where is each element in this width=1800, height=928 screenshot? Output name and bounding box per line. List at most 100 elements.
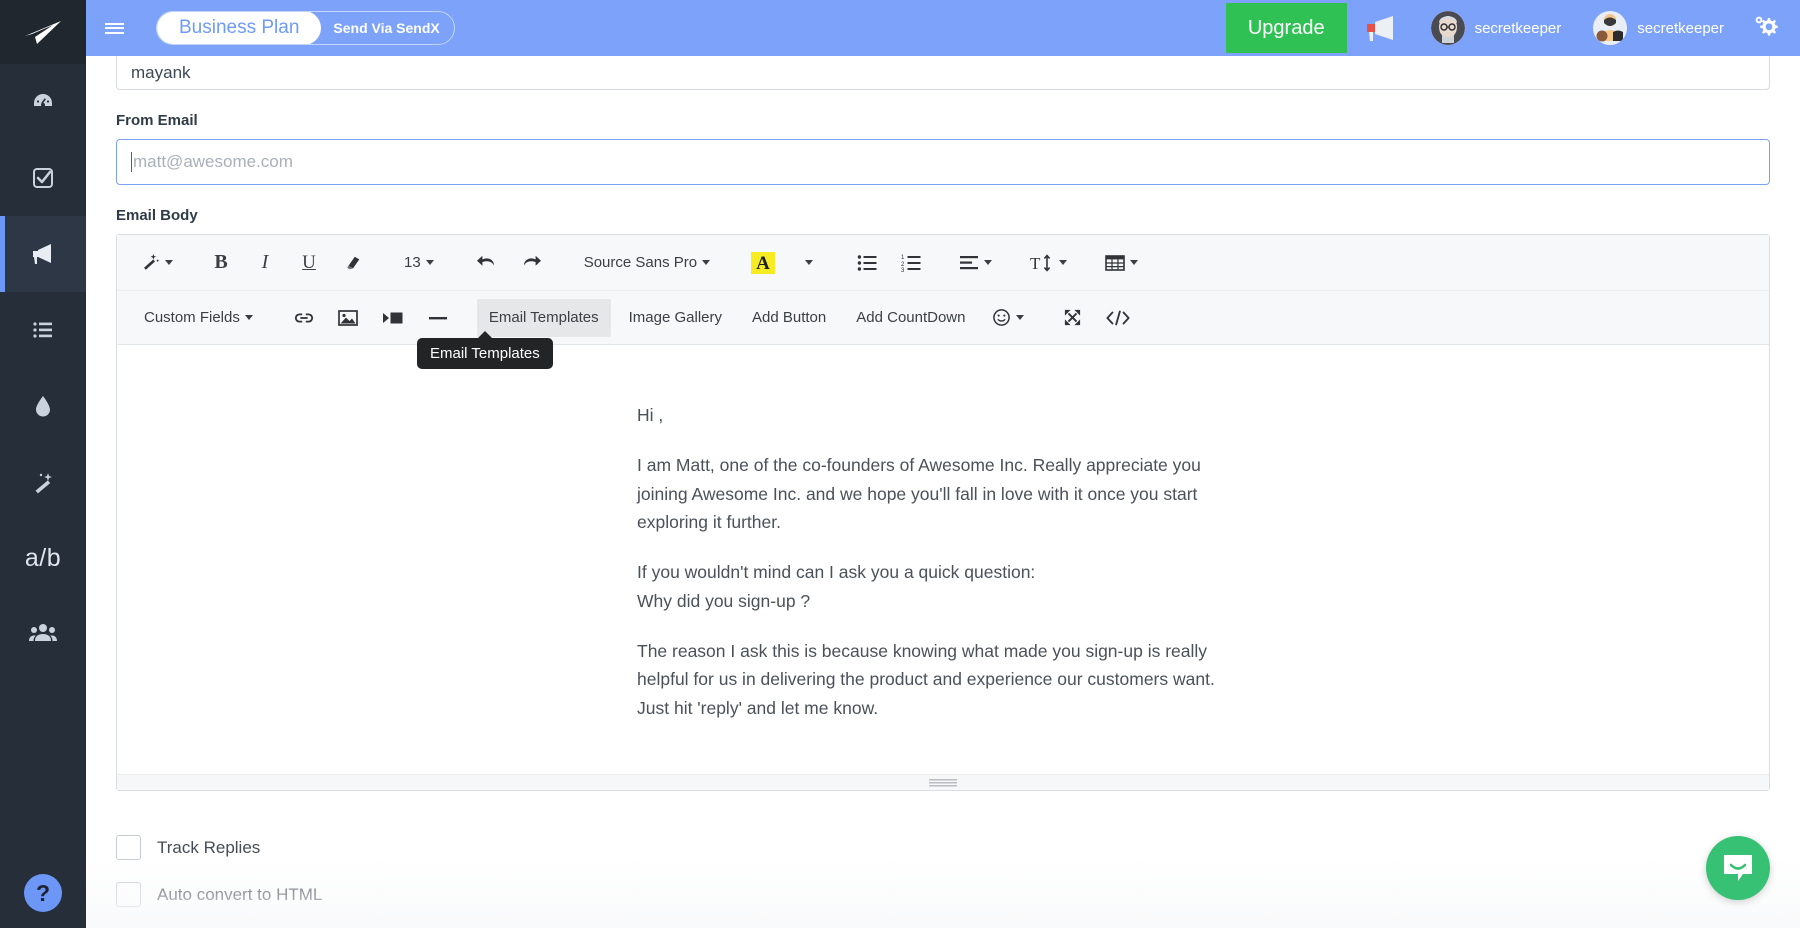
add-countdown-button[interactable]: Add CountDown	[844, 299, 977, 337]
smiley-face-icon	[993, 309, 1011, 326]
undo-button[interactable]	[466, 244, 506, 282]
announcements-button[interactable]	[1347, 0, 1415, 56]
sidebar-item-ab-testing[interactable]: a/b	[0, 520, 86, 596]
chevron-down-icon	[983, 260, 992, 265]
megaphone-icon	[1366, 16, 1393, 41]
email-templates-button[interactable]: Email Templates	[476, 298, 611, 337]
line-height-dropdown[interactable]: T	[1021, 244, 1076, 282]
droplet-icon	[36, 396, 50, 417]
upgrade-button[interactable]: Upgrade	[1225, 3, 1347, 53]
avatar	[1430, 11, 1465, 45]
plan-pill[interactable]: Business Plan Send Via SendX	[156, 11, 455, 45]
link-chain-icon	[294, 312, 313, 323]
hamburger-menu-button[interactable]	[86, 0, 142, 56]
top-navigation-bar: Business Plan Send Via SendX Upgrade sec…	[86, 0, 1800, 56]
sidebar-item-drip[interactable]	[0, 368, 86, 444]
custom-fields-dropdown[interactable]: Custom Fields	[132, 299, 265, 337]
email-paragraph: Hi ,	[637, 405, 664, 425]
table-grid-icon	[1105, 254, 1125, 271]
text-color-glyph: A	[751, 251, 775, 274]
auto-convert-row: Auto convert to HTML	[116, 882, 1770, 908]
bold-button[interactable]: B	[202, 244, 240, 282]
user-menu-primary[interactable]: secretkeeper	[1415, 0, 1578, 56]
magic-wand-icon	[35, 473, 52, 494]
email-paragraph: I am Matt, one of the co-founders of Awe…	[637, 455, 1201, 533]
email-body-editor: B I U 13 Source Sans Pro A 1 2 3 T Custo…	[116, 234, 1770, 792]
email-templates-tooltip: Email Templates	[417, 331, 553, 369]
redo-arrow-icon	[523, 255, 541, 266]
team-menu[interactable]: secretkeeper	[1577, 0, 1740, 56]
chat-bubble-icon	[1724, 855, 1752, 881]
align-left-icon	[959, 255, 978, 269]
ordered-list-button[interactable]: 1 2 3	[892, 244, 930, 282]
from-email-field[interactable]: matt@awesome.com	[116, 139, 1770, 185]
email-body-label: Email Body	[116, 207, 198, 224]
italic-glyph: I	[261, 251, 269, 273]
paper-plane-icon	[25, 21, 61, 44]
sidebar-item-tasks[interactable]	[0, 140, 86, 216]
text-color-button[interactable]: A	[742, 244, 784, 282]
magic-wand-icon	[144, 253, 159, 270]
dashboard-gauge-icon	[34, 94, 52, 107]
editor-resize-bar[interactable]	[117, 774, 1769, 791]
font-size-dropdown[interactable]: 13	[392, 244, 446, 282]
italic-button[interactable]: I	[246, 244, 284, 282]
align-dropdown[interactable]	[950, 244, 1001, 282]
auto-convert-checkbox[interactable]	[116, 882, 141, 908]
megaphone-icon	[33, 244, 51, 264]
text-color-dropdown[interactable]	[790, 244, 828, 282]
unordered-list-button[interactable]	[848, 244, 886, 282]
username-label-primary: secretkeeper	[1474, 19, 1562, 37]
insert-link-button[interactable]	[285, 299, 323, 337]
font-family-value: Source Sans Pro	[583, 254, 698, 271]
plan-name-label: Business Plan	[157, 12, 322, 44]
auto-convert-label: Auto convert to HTML	[157, 884, 323, 904]
sidebar-item-automation[interactable]	[0, 444, 86, 520]
app-root: a/b ? Business Plan Send Via SendX Upgra…	[0, 0, 1800, 928]
sidebar-item-lists[interactable]	[0, 292, 86, 368]
numbered-list-icon: 1 2 3	[901, 255, 921, 272]
track-replies-checkbox[interactable]	[116, 835, 141, 861]
email-body-content[interactable]: Hi , I am Matt, one of the co-founders o…	[117, 345, 1769, 775]
insert-video-button[interactable]	[373, 299, 413, 337]
intercom-chat-button[interactable]	[1706, 836, 1770, 900]
eraser-icon	[347, 256, 360, 269]
help-button[interactable]: ?	[24, 874, 62, 912]
image-gallery-button[interactable]: Image Gallery	[617, 299, 734, 337]
sidebar-item-campaigns[interactable]	[0, 216, 86, 292]
font-size-value: 13	[404, 254, 421, 271]
sidebar-item-contacts[interactable]	[0, 596, 86, 672]
settings-button[interactable]	[1740, 14, 1800, 43]
from-name-value: mayank	[131, 62, 191, 82]
add-button-button[interactable]: Add Button	[740, 299, 838, 337]
toolbar-row-1: B I U 13 Source Sans Pro A 1 2 3 T	[117, 235, 1769, 290]
sidebar-item-dashboard[interactable]	[0, 64, 86, 140]
campaign-form: mayank From Email matt@awesome.com Email…	[86, 56, 1800, 908]
sidebar-item-label: a/b	[24, 543, 62, 572]
users-group-icon	[29, 624, 57, 641]
from-email-placeholder: matt@awesome.com	[133, 152, 293, 171]
svg-text:3: 3	[901, 268, 905, 272]
emoji-dropdown[interactable]	[983, 299, 1033, 337]
fullscreen-button[interactable]	[1053, 299, 1091, 337]
magic-wand-button[interactable]	[132, 244, 182, 282]
code-view-button[interactable]	[1097, 299, 1139, 337]
table-dropdown[interactable]	[1096, 244, 1147, 282]
clear-format-button[interactable]	[334, 244, 372, 282]
chevron-down-icon	[244, 315, 253, 320]
horizontal-rule-button[interactable]	[419, 299, 457, 337]
svg-text:T: T	[1030, 254, 1041, 273]
font-family-dropdown[interactable]: Source Sans Pro	[572, 244, 722, 282]
insert-image-button[interactable]	[329, 299, 367, 337]
email-paragraph: The reason I ask this is because knowing…	[637, 641, 1215, 718]
from-name-field[interactable]: mayank	[116, 56, 1770, 90]
resize-grip-icon[interactable]	[929, 778, 957, 787]
add-countdown-label: Add CountDown	[856, 309, 966, 326]
redo-button[interactable]	[512, 244, 552, 282]
checkbox-task-icon	[33, 168, 53, 188]
undo-arrow-icon	[476, 255, 494, 266]
app-logo[interactable]	[0, 0, 86, 64]
gear-icon	[1755, 16, 1778, 36]
chevron-down-icon	[804, 260, 813, 265]
underline-button[interactable]: U	[290, 244, 328, 282]
